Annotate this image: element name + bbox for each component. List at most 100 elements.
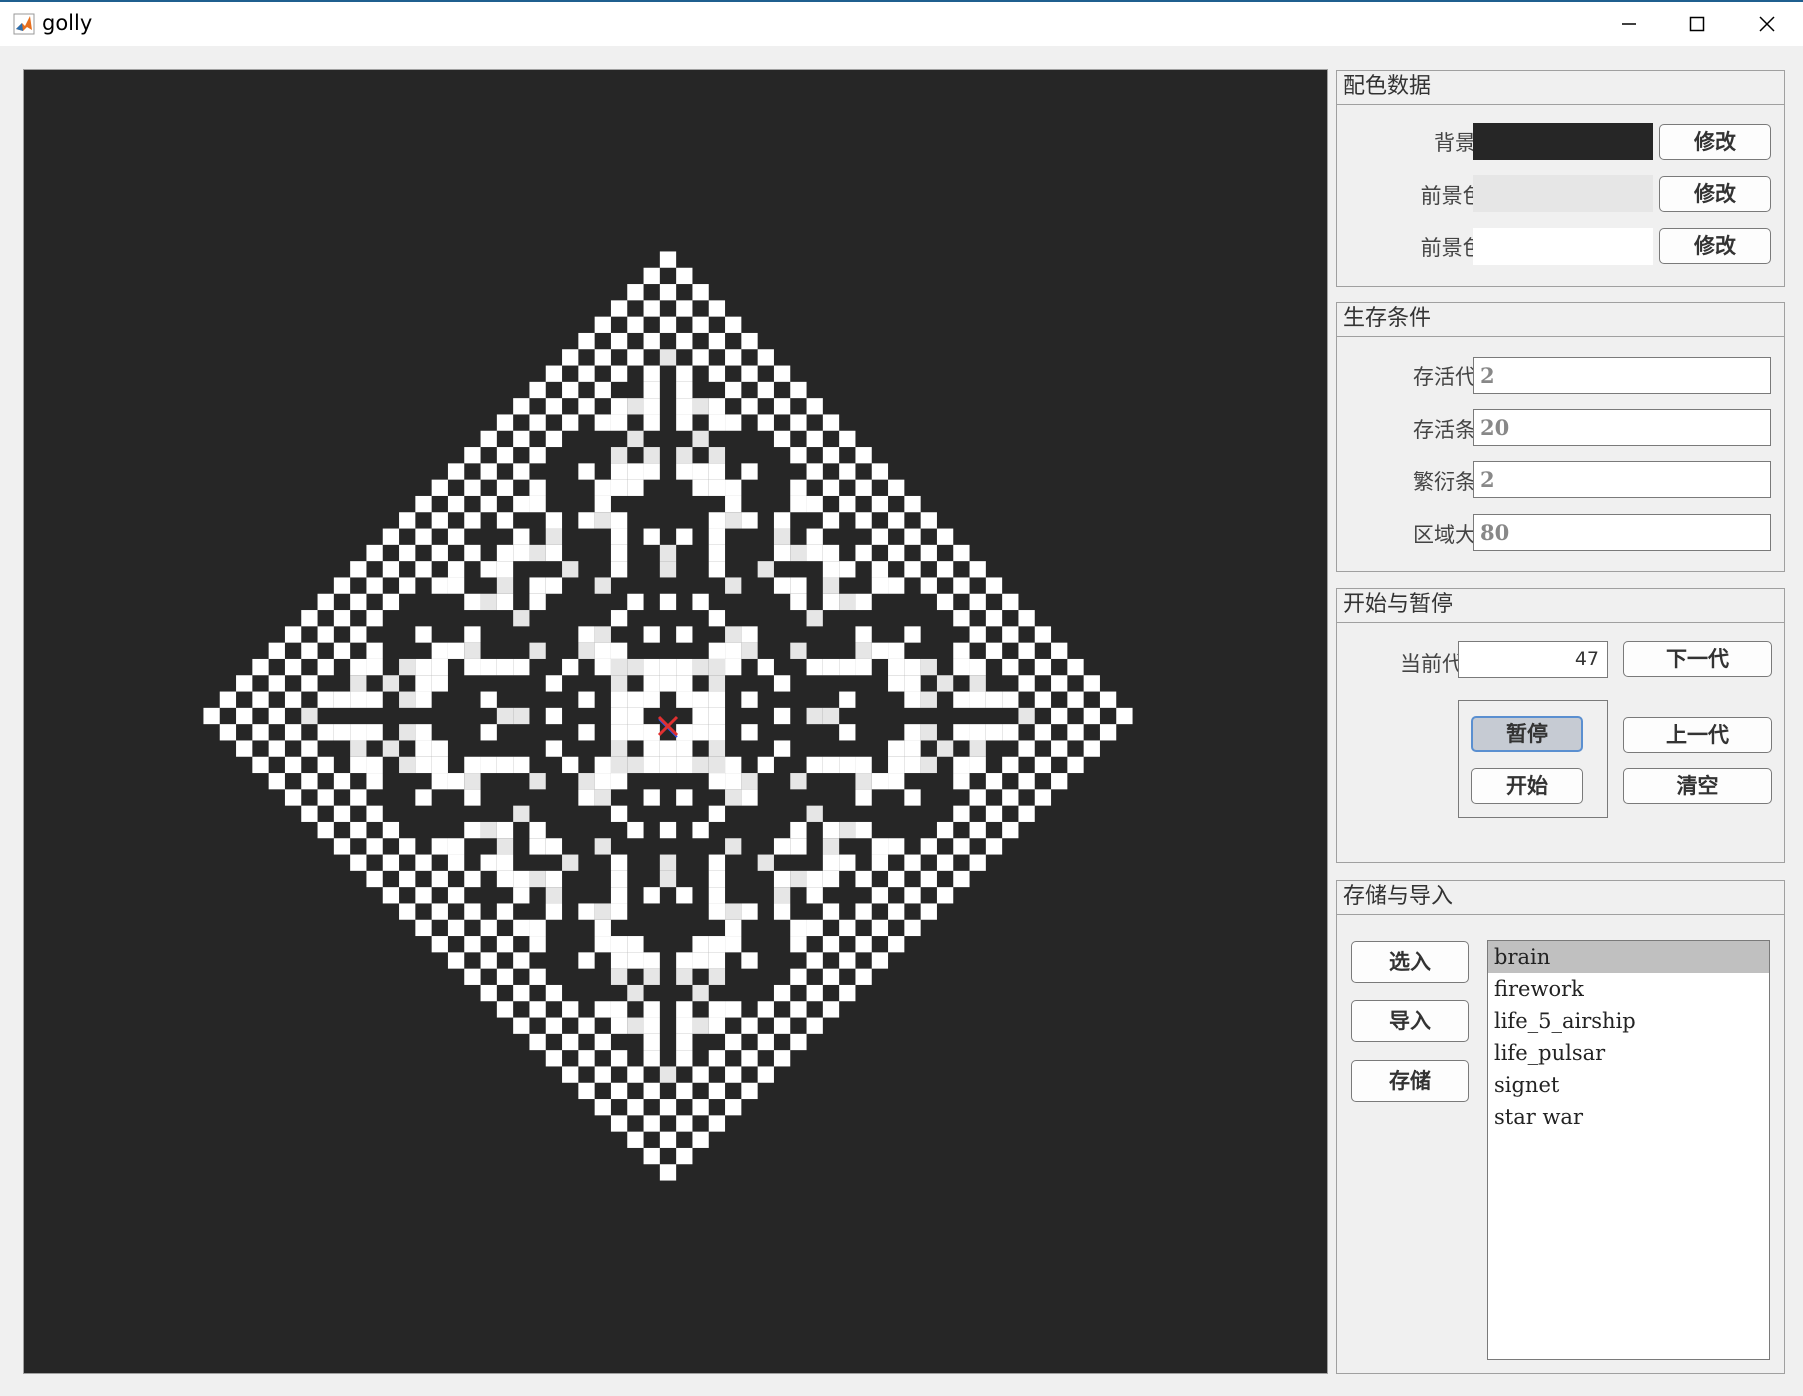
grid-cell xyxy=(610,724,628,741)
title-bar: golly xyxy=(0,0,1803,46)
grid-cell xyxy=(578,903,595,920)
grid-cell xyxy=(464,626,481,643)
grid-cell xyxy=(806,870,823,888)
grid-cell xyxy=(236,675,253,692)
previous-generation-button[interactable]: 上一代 xyxy=(1623,717,1772,753)
background-color-swatch xyxy=(1473,123,1653,160)
grid-cell xyxy=(676,1033,693,1051)
grid-cell xyxy=(692,756,709,774)
grid-cell xyxy=(676,447,693,464)
grid-cell xyxy=(350,593,367,611)
edit-foreground1-color-button[interactable]: 修改 xyxy=(1659,176,1771,212)
grid-cell xyxy=(399,870,416,888)
grid-cell xyxy=(708,1115,726,1132)
grid-cell xyxy=(855,903,872,920)
grid-cell xyxy=(790,821,807,839)
grid-cell xyxy=(610,610,628,627)
grid-cell xyxy=(415,626,432,643)
grid-cell xyxy=(610,707,628,725)
grid-cell xyxy=(757,1033,774,1051)
grid-cell xyxy=(464,512,481,529)
grid-cell xyxy=(301,707,318,725)
grid-cell xyxy=(399,658,416,676)
grid-cell xyxy=(627,349,644,366)
grid-cell xyxy=(610,365,628,382)
grid-cell xyxy=(1083,740,1100,757)
grid-cell xyxy=(659,1164,677,1181)
save-button[interactable]: 存储 xyxy=(1351,1060,1469,1102)
grid-cell xyxy=(985,724,1003,741)
grid-cell xyxy=(773,577,791,594)
next-generation-button[interactable]: 下一代 xyxy=(1623,641,1772,677)
grid-cell xyxy=(513,707,530,725)
survival-condition-input[interactable]: 20 xyxy=(1473,409,1771,446)
grid-cell xyxy=(627,284,644,301)
birth-condition-input[interactable]: 2 xyxy=(1473,461,1771,498)
select-file-button[interactable]: 选入 xyxy=(1351,941,1469,983)
grid-cell xyxy=(610,675,628,692)
grid-cell xyxy=(301,805,318,822)
grid-cell xyxy=(806,495,823,513)
grid-cell xyxy=(692,398,709,415)
grid-cell xyxy=(692,952,709,969)
import-button[interactable]: 导入 xyxy=(1351,1000,1469,1042)
grid-cell xyxy=(399,512,416,529)
grid-cell xyxy=(496,561,514,578)
pattern-list-item[interactable]: firework xyxy=(1488,973,1769,1005)
pattern-list-item[interactable]: life_5_airship xyxy=(1488,1005,1769,1037)
grid-cell xyxy=(578,463,595,480)
grid-cell xyxy=(610,740,628,757)
grid-cell xyxy=(773,528,791,545)
grid-cell xyxy=(725,1001,742,1018)
grid-cell xyxy=(643,528,660,545)
pattern-list-item[interactable]: life_pulsar xyxy=(1488,1037,1769,1069)
grid-cell xyxy=(888,756,905,774)
grid-cell xyxy=(366,805,383,822)
pattern-list-item[interactable]: signet xyxy=(1488,1069,1769,1101)
grid-cell xyxy=(773,1017,791,1034)
grid-cell xyxy=(708,724,726,741)
minimize-button[interactable] xyxy=(1594,2,1664,46)
life-grid-canvas[interactable] xyxy=(23,69,1328,1374)
grid-cell xyxy=(366,773,383,790)
grid-cell xyxy=(708,691,726,708)
grid-cell xyxy=(627,691,644,708)
clear-button[interactable]: 清空 xyxy=(1623,768,1772,804)
maximize-icon xyxy=(1689,16,1705,32)
close-button[interactable] xyxy=(1732,2,1802,46)
edit-background-color-button[interactable]: 修改 xyxy=(1659,124,1771,160)
pattern-list-item[interactable]: star war xyxy=(1488,1101,1769,1133)
current-generation-value[interactable]: 47 xyxy=(1458,641,1608,678)
grid-cell xyxy=(659,675,677,692)
grid-cell xyxy=(415,724,432,741)
grid-cell xyxy=(496,968,514,985)
grid-cell xyxy=(643,300,660,317)
area-size-input[interactable]: 80 xyxy=(1473,514,1771,551)
pattern-list[interactable]: brain firework life_5_airship life_pulsa… xyxy=(1487,940,1770,1360)
grid-cell xyxy=(333,610,351,627)
grid-cell xyxy=(578,365,595,382)
grid-cell xyxy=(969,675,986,692)
start-button[interactable]: 开始 xyxy=(1471,768,1583,804)
survival-generations-input[interactable]: 2 xyxy=(1473,357,1771,394)
grid-cell xyxy=(496,756,514,774)
grid-cell xyxy=(969,789,986,806)
grid-cell xyxy=(594,936,611,953)
grid-cell xyxy=(725,349,742,366)
grid-cell xyxy=(594,838,611,855)
grid-cell xyxy=(806,756,823,774)
grid-cell xyxy=(464,642,481,659)
grid-cell xyxy=(627,1131,644,1148)
cell-grid[interactable] xyxy=(24,70,1327,1373)
grid-cell xyxy=(627,821,644,839)
grid-cell xyxy=(692,430,709,448)
edit-foreground2-color-button[interactable]: 修改 xyxy=(1659,228,1771,264)
grid-cell xyxy=(1018,740,1035,757)
grid-cell xyxy=(708,773,726,790)
grid-cell xyxy=(317,756,334,774)
grid-cell xyxy=(904,658,921,676)
grid-cell xyxy=(888,577,905,594)
pattern-list-item[interactable]: brain xyxy=(1488,941,1769,973)
maximize-button[interactable] xyxy=(1662,2,1732,46)
pause-button[interactable]: 暂停 xyxy=(1471,716,1583,752)
